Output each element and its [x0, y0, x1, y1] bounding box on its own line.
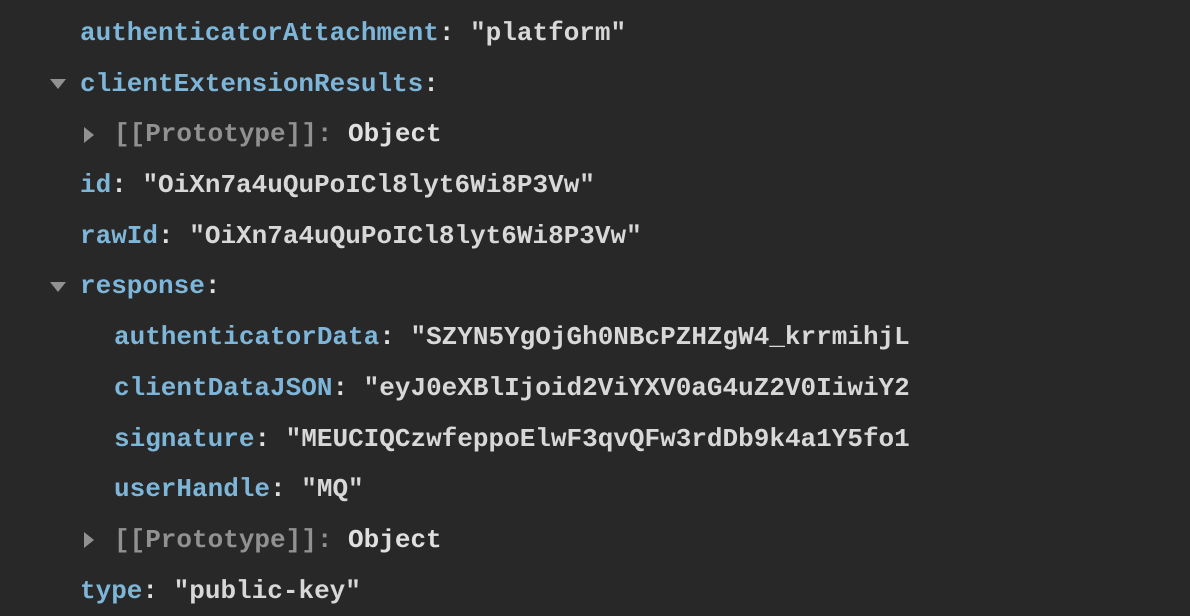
- chevron-right-icon[interactable]: [84, 127, 94, 143]
- tree-row[interactable]: authenticatorData: "SZYN5YgOjGh0NBcPZHZg…: [0, 312, 1190, 363]
- property-key: rawId: [80, 221, 158, 251]
- property-value: "OiXn7a4uQuPoICl8lyt6Wi8P3Vw": [142, 170, 594, 200]
- property-value: "platform": [470, 18, 626, 48]
- property-text: :: [423, 69, 439, 99]
- property-text: :: [111, 170, 142, 200]
- property-key: clientExtensionResults: [80, 69, 423, 99]
- prototype-label: [[Prototype]]:: [114, 525, 348, 555]
- tree-row[interactable]: type: "public-key": [0, 566, 1190, 616]
- chevron-right-icon[interactable]: [84, 532, 94, 548]
- property-key: id: [80, 170, 111, 200]
- property-text: :: [439, 18, 470, 48]
- property-text: :: [332, 373, 363, 403]
- property-text: :: [270, 474, 301, 504]
- property-text: :: [142, 576, 173, 606]
- prototype-label: [[Prototype]]:: [114, 119, 348, 149]
- property-text: :: [379, 322, 410, 352]
- property-value: "MQ": [301, 474, 363, 504]
- property-value: "eyJ0eXBlIjoid2ViYXV0aG4uZ2V0IiwiY2: [364, 373, 910, 403]
- property-value: "MEUCIQCzwfeppoElwF3qvQFw3rdDb9k4a1Y5fo1: [286, 424, 910, 454]
- tree-row[interactable]: [[Prototype]]: Object: [0, 109, 1190, 160]
- property-key: authenticatorAttachment: [80, 18, 439, 48]
- property-text: :: [205, 271, 221, 301]
- property-value: "OiXn7a4uQuPoICl8lyt6Wi8P3Vw": [189, 221, 641, 251]
- tree-row[interactable]: response:: [0, 261, 1190, 312]
- console-object-tree[interactable]: authenticatorAttachment: "platform"clien…: [0, 8, 1190, 616]
- property-key: type: [80, 576, 142, 606]
- property-text: Object: [348, 525, 442, 555]
- tree-row[interactable]: rawId: "OiXn7a4uQuPoICl8lyt6Wi8P3Vw": [0, 211, 1190, 262]
- property-key: authenticatorData: [114, 322, 379, 352]
- tree-row[interactable]: [[Prototype]]: Object: [0, 515, 1190, 566]
- tree-row[interactable]: id: "OiXn7a4uQuPoICl8lyt6Wi8P3Vw": [0, 160, 1190, 211]
- tree-row[interactable]: signature: "MEUCIQCzwfeppoElwF3qvQFw3rdD…: [0, 414, 1190, 465]
- property-key: signature: [114, 424, 254, 454]
- property-key: clientDataJSON: [114, 373, 332, 403]
- tree-row[interactable]: userHandle: "MQ": [0, 464, 1190, 515]
- property-text: :: [158, 221, 189, 251]
- tree-row[interactable]: authenticatorAttachment: "platform": [0, 8, 1190, 59]
- chevron-down-icon[interactable]: [50, 282, 66, 292]
- property-text: :: [254, 424, 285, 454]
- property-value: "public-key": [174, 576, 361, 606]
- tree-row[interactable]: clientDataJSON: "eyJ0eXBlIjoid2ViYXV0aG4…: [0, 363, 1190, 414]
- property-key: response: [80, 271, 205, 301]
- property-value: "SZYN5YgOjGh0NBcPZHZgW4_krrmihjL: [410, 322, 909, 352]
- chevron-down-icon[interactable]: [50, 79, 66, 89]
- property-key: userHandle: [114, 474, 270, 504]
- tree-row[interactable]: clientExtensionResults:: [0, 59, 1190, 110]
- property-text: Object: [348, 119, 442, 149]
